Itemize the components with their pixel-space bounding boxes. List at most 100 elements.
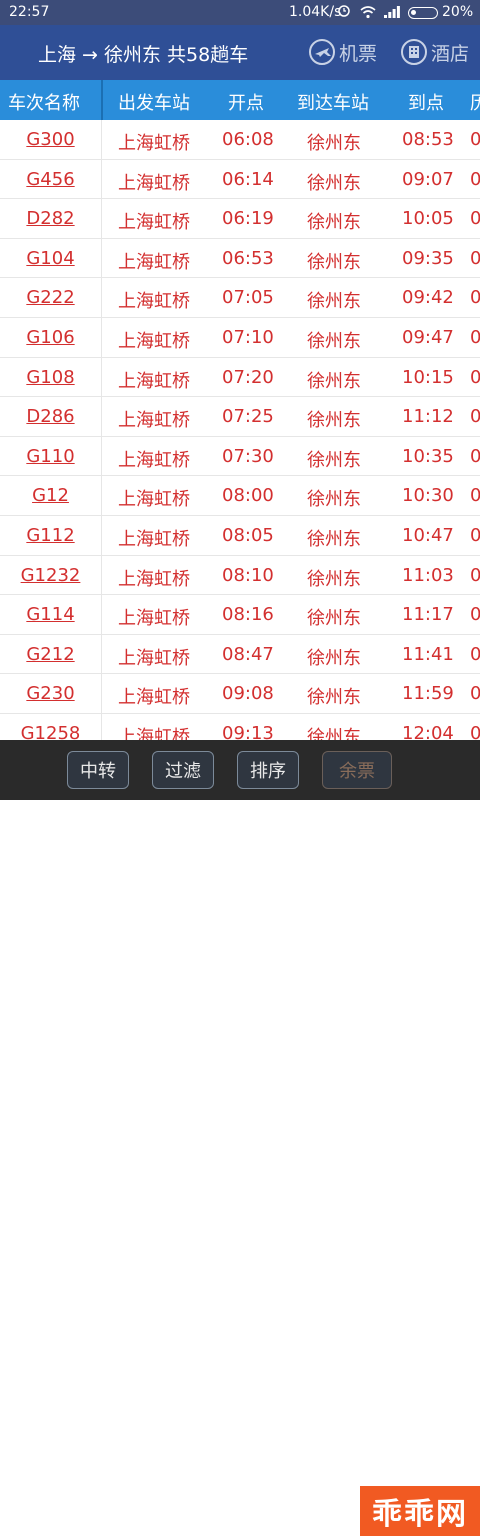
train-number-link[interactable]: G104 xyxy=(0,248,101,269)
departure-station: 上海虹桥 xyxy=(118,251,190,273)
arrival-time: 12:04 xyxy=(402,722,454,740)
flight-button[interactable]: 机票 xyxy=(308,37,377,67)
departure-station: 上海虹桥 xyxy=(118,330,190,352)
departure-time: 09:08 xyxy=(222,683,274,705)
row-overflow-cell: 0 xyxy=(470,445,480,467)
arrival-time: 11:12 xyxy=(402,406,454,428)
train-number-link[interactable]: D286 xyxy=(0,406,101,427)
row-divider xyxy=(101,357,102,397)
column-departure-station[interactable]: 出发车站 xyxy=(118,89,190,115)
departure-time: 07:10 xyxy=(222,326,274,348)
arrival-station: 徐州东 xyxy=(307,370,361,392)
arrival-station: 徐州东 xyxy=(307,568,361,590)
row-overflow-cell: 0 xyxy=(470,643,480,665)
sort-button[interactable]: 排序 xyxy=(237,751,299,789)
hotel-icon xyxy=(401,39,427,65)
column-departure-time[interactable]: 开点 xyxy=(228,89,264,115)
arrival-time: 11:59 xyxy=(402,683,454,705)
arrival-station: 徐州东 xyxy=(307,687,361,709)
column-divider xyxy=(101,80,103,120)
arrival-station: 徐州东 xyxy=(307,251,361,273)
arrival-time: 11:41 xyxy=(402,643,454,665)
train-number-link[interactable]: D282 xyxy=(0,208,101,229)
departure-time: 08:10 xyxy=(222,564,274,586)
row-overflow-cell: 0 xyxy=(470,406,480,428)
departure-station: 上海虹桥 xyxy=(118,528,190,550)
train-number-link[interactable]: G108 xyxy=(0,367,101,388)
departure-station: 上海虹桥 xyxy=(118,568,190,590)
arrival-station: 徐州东 xyxy=(307,489,361,511)
table-row[interactable]: D282 上海虹桥 06:19 徐州东 10:05 0 xyxy=(0,199,480,239)
departure-time: 07:30 xyxy=(222,445,274,467)
train-number-link[interactable]: G106 xyxy=(0,327,101,348)
page-title: 上海 → 徐州东 共58趟车 xyxy=(38,44,249,66)
filter-button[interactable]: 过滤 xyxy=(152,751,214,789)
table-row[interactable]: G222 上海虹桥 07:05 徐州东 09:42 0 xyxy=(0,278,480,318)
arrival-station: 徐州东 xyxy=(307,647,361,669)
train-number-link[interactable]: G230 xyxy=(0,683,101,704)
departure-time: 07:25 xyxy=(222,406,274,428)
row-overflow-cell: 0 xyxy=(470,208,480,230)
arrival-time: 10:35 xyxy=(402,445,454,467)
wifi-icon xyxy=(360,6,376,19)
signal-icon xyxy=(384,6,400,18)
arrival-station: 徐州东 xyxy=(307,608,361,630)
column-train-name[interactable]: 车次名称 xyxy=(8,89,80,115)
arrival-station: 徐州东 xyxy=(307,133,361,154)
train-number-link[interactable]: G300 xyxy=(0,129,101,150)
train-number-link[interactable]: G222 xyxy=(0,287,101,308)
status-bar: 22:57 1.04K/s 20% xyxy=(0,0,480,25)
hotel-button[interactable]: 酒店 xyxy=(400,37,469,67)
row-overflow-cell: 0 xyxy=(470,287,480,309)
row-overflow-cell: 0 xyxy=(470,564,480,586)
battery-percent: 20% xyxy=(442,4,474,20)
arrival-time: 08:53 xyxy=(402,129,454,150)
departure-time: 08:00 xyxy=(222,485,274,507)
departure-station: 上海虹桥 xyxy=(118,608,190,630)
column-arrival-time[interactable]: 到点 xyxy=(408,89,444,115)
table-row[interactable]: G1232 上海虹桥 08:10 徐州东 11:03 0 xyxy=(0,555,480,596)
train-number-link[interactable]: G114 xyxy=(0,604,101,625)
table-row[interactable]: G12 上海虹桥 08:00 徐州东 10:30 0 xyxy=(0,476,480,516)
row-divider xyxy=(101,159,102,199)
train-number-link[interactable]: G212 xyxy=(0,644,101,665)
table-row[interactable]: G114 上海虹桥 08:16 徐州东 11:17 0 xyxy=(0,595,480,635)
arrival-station: 徐州东 xyxy=(307,330,361,352)
arrival-time: 10:15 xyxy=(402,366,454,388)
column-more[interactable]: 历 xyxy=(470,89,480,115)
table-row[interactable]: G108 上海虹桥 07:20 徐州东 10:15 0 xyxy=(0,357,480,398)
table-row[interactable]: G300 上海虹桥 06:08 徐州东 08:53 0 xyxy=(0,120,480,160)
table-row[interactable]: G230 上海虹桥 09:08 徐州东 11:59 0 xyxy=(0,674,480,714)
train-number-link[interactable]: G1258 xyxy=(0,723,101,740)
departure-time: 07:05 xyxy=(222,287,274,309)
row-overflow-cell: 0 xyxy=(470,524,480,546)
train-number-link[interactable]: G1232 xyxy=(0,565,101,586)
row-divider xyxy=(101,278,102,317)
table-row[interactable]: G456 上海虹桥 06:14 徐州东 09:07 0 xyxy=(0,159,480,200)
table-row[interactable]: D286 上海虹桥 07:25 徐州东 11:12 0 xyxy=(0,397,480,437)
departure-time: 06:14 xyxy=(222,168,274,190)
arrival-time: 10:47 xyxy=(402,524,454,546)
train-number-link[interactable]: G456 xyxy=(0,169,101,190)
row-divider xyxy=(101,199,102,238)
column-arrival-station[interactable]: 到达车站 xyxy=(297,89,369,115)
train-list[interactable]: G300 上海虹桥 06:08 徐州东 08:53 0 G456 上海虹桥 06:14 徐州东 09… xyxy=(0,120,480,740)
train-number-link[interactable]: G12 xyxy=(0,485,101,506)
arrival-time: 09:42 xyxy=(402,287,454,309)
train-number-link[interactable]: G112 xyxy=(0,525,101,546)
departure-station: 上海虹桥 xyxy=(118,449,190,471)
departure-station: 上海虹桥 xyxy=(118,687,190,709)
table-row[interactable]: G106 上海虹桥 07:10 徐州东 09:47 0 xyxy=(0,317,480,358)
table-row[interactable]: G212 上海虹桥 08:47 徐州东 11:41 0 xyxy=(0,634,480,675)
flight-label: 机票 xyxy=(339,42,378,65)
arrival-time: 09:07 xyxy=(402,168,454,190)
table-row[interactable]: G110 上海虹桥 07:30 徐州东 10:35 0 xyxy=(0,436,480,477)
table-row[interactable]: G1258 上海虹桥 09:13 徐州东 12:04 0 xyxy=(0,713,480,740)
train-number-link[interactable]: G110 xyxy=(0,446,101,467)
table-row[interactable]: G104 上海虹桥 06:53 徐州东 09:35 0 xyxy=(0,238,480,279)
table-row[interactable]: G112 上海虹桥 08:05 徐州东 10:47 0 xyxy=(0,515,480,556)
remaining-tickets-button[interactable]: 余票 xyxy=(322,751,392,789)
transfer-button[interactable]: 中转 xyxy=(67,751,129,789)
row-overflow-cell: 0 xyxy=(470,604,480,626)
arrival-time: 11:17 xyxy=(402,604,454,626)
